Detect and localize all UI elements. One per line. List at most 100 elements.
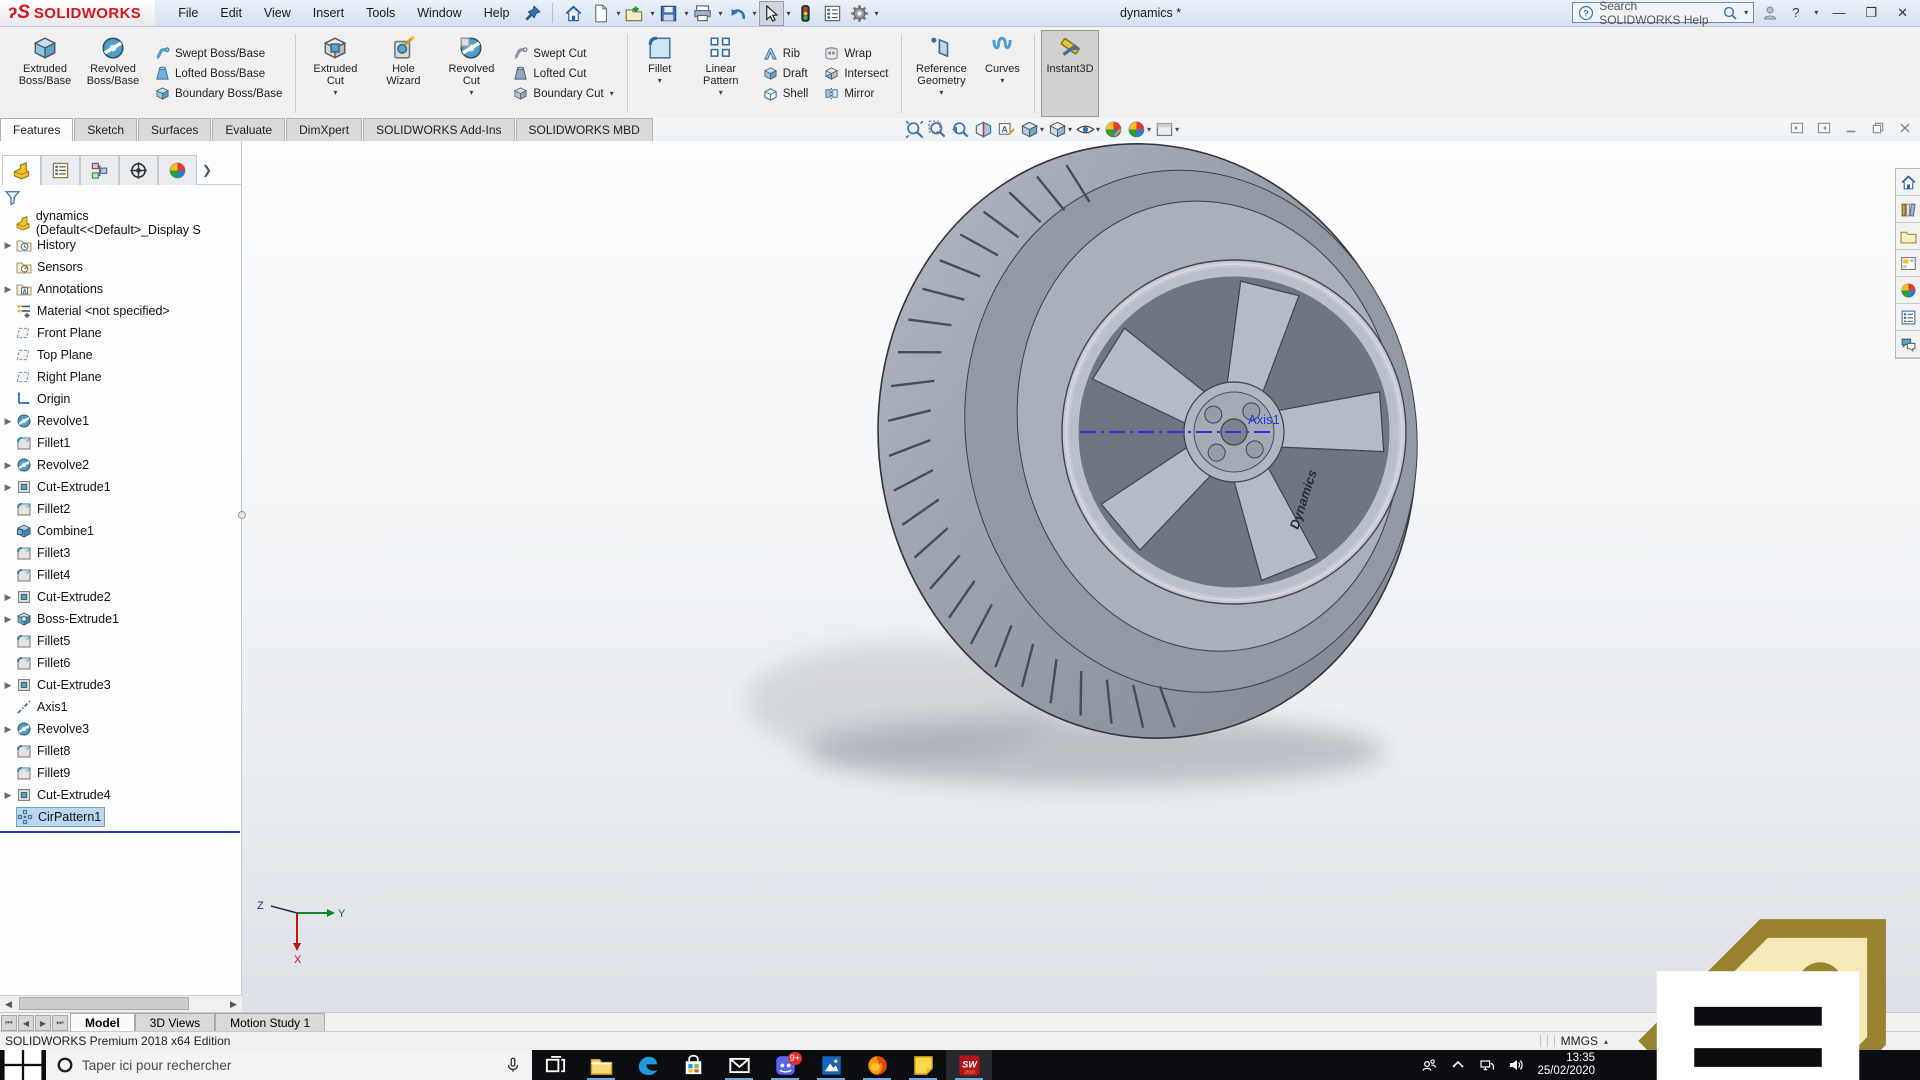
expander-icon[interactable]: ▶: [0, 240, 16, 251]
ribbon-button-wrap[interactable]: Wrap: [821, 45, 891, 62]
taskbar-app-discord[interactable]: 9+: [762, 1050, 808, 1080]
tree-root-item[interactable]: dynamics (Default<<Default>_Display S: [0, 212, 241, 234]
panel-splitter-handle[interactable]: [238, 511, 246, 519]
panel-tabs-overflow-button[interactable]: ❯: [197, 155, 217, 184]
options-gear-button[interactable]: [847, 1, 872, 26]
menu-file[interactable]: File: [169, 2, 207, 24]
next-tab-button[interactable]: ▶: [35, 1015, 51, 1031]
ribbon-button-mirror[interactable]: Mirror: [821, 85, 891, 102]
file-properties-button[interactable]: [820, 1, 845, 26]
tab-dimxpert[interactable]: DimXpert: [286, 118, 362, 141]
expander-icon[interactable]: ▶: [0, 416, 16, 427]
tab-sketch[interactable]: Sketch: [74, 118, 137, 141]
people-icon[interactable]: [1421, 1057, 1437, 1073]
undo-button[interactable]: [725, 1, 750, 26]
expander-icon[interactable]: ▶: [0, 724, 16, 735]
expander-icon[interactable]: ▶: [0, 460, 16, 471]
section-view-button[interactable]: [974, 120, 993, 139]
ribbon-button-draft[interactable]: Draft: [760, 65, 812, 82]
tree-item-fillet4[interactable]: Fillet4: [0, 564, 241, 586]
tree-item-axis1[interactable]: Axis1: [0, 696, 241, 718]
tree-item-fillet6[interactable]: Fillet6: [0, 652, 241, 674]
ribbon-button-revolved-cut[interactable]: Revolved Cut▾: [438, 30, 504, 117]
tree-item-cut-extrude1[interactable]: ▶Cut-Extrude1: [0, 476, 241, 498]
notification-center-icon[interactable]: 5: [1608, 915, 1908, 1080]
chevron-down-icon[interactable]: ▾: [1040, 125, 1044, 134]
taskbar-app-solidworks[interactable]: SW2018: [946, 1050, 992, 1080]
chevron-down-icon[interactable]: ▾: [1068, 125, 1072, 134]
last-tab-button[interactable]: ⏭: [52, 1015, 68, 1031]
ribbon-button-boundary-boss-base[interactable]: Boundary Boss/Base: [152, 85, 285, 102]
close-button[interactable]: ✕: [1891, 3, 1914, 23]
menu-window[interactable]: Window: [408, 2, 470, 24]
taskbar-app-mail[interactable]: [716, 1050, 762, 1080]
expander-icon[interactable]: ▶: [0, 284, 16, 295]
help-button[interactable]: ?: [1786, 3, 1805, 22]
expander-icon[interactable]: ▶: [0, 680, 16, 691]
tree-item-fillet2[interactable]: Fillet2: [0, 498, 241, 520]
ribbon-button-lofted-cut[interactable]: Lofted Cut: [510, 65, 616, 82]
save-button[interactable]: [656, 1, 681, 26]
tab-solidworks-mbd[interactable]: SOLIDWORKS MBD: [516, 118, 653, 141]
chevron-down-icon[interactable]: ▾: [684, 9, 688, 18]
doc-tab-3d-views[interactable]: 3D Views: [135, 1013, 215, 1031]
tree-item-right-plane[interactable]: Right Plane: [0, 366, 241, 388]
chevron-down-icon[interactable]: ▾: [616, 9, 620, 18]
tree-item-fillet3[interactable]: Fillet3: [0, 542, 241, 564]
doc-tab-model[interactable]: Model: [70, 1013, 135, 1031]
taskbar-app-sticky-notes[interactable]: [900, 1050, 946, 1080]
tree-item-cirpattern1[interactable]: CirPattern1: [0, 806, 241, 828]
tree-item-origin[interactable]: Origin: [0, 388, 241, 410]
tree-item-cut-extrude2[interactable]: ▶Cut-Extrude2: [0, 586, 241, 608]
tree-item-cut-extrude3[interactable]: ▶Cut-Extrude3: [0, 674, 241, 696]
ribbon-button-swept-boss-base[interactable]: Swept Boss/Base: [152, 45, 285, 62]
tree-item-annotations[interactable]: ▶AAnnotations: [0, 278, 241, 300]
tab-evaluate[interactable]: Evaluate: [212, 118, 285, 141]
pin-menu-icon[interactable]: [524, 4, 542, 22]
menu-view[interactable]: View: [255, 2, 300, 24]
user-icon[interactable]: [1762, 5, 1778, 21]
menu-help[interactable]: Help: [475, 2, 519, 24]
chevron-down-icon[interactable]: ▾: [1814, 8, 1818, 17]
chevron-down-icon[interactable]: ▾: [1096, 125, 1100, 134]
pane-right-button[interactable]: [1817, 121, 1831, 140]
ribbon-button-revolved-boss-base[interactable]: Revolved Boss/Base: [80, 30, 146, 117]
tree-item-boss-extrude1[interactable]: ▶Boss-Extrude1: [0, 608, 241, 630]
taskbar-app-firefox[interactable]: [854, 1050, 900, 1080]
clock[interactable]: 13:35 25/02/2020: [1537, 1052, 1595, 1078]
scrollbar-thumb[interactable]: [19, 997, 189, 1010]
previous-view-button[interactable]: [951, 120, 970, 139]
doc-tab-motion-study-1[interactable]: Motion Study 1: [215, 1013, 325, 1031]
doc-minimize-button[interactable]: [1844, 121, 1858, 140]
microphone-icon[interactable]: [504, 1056, 522, 1074]
tree-item-sensors[interactable]: Sensors: [0, 256, 241, 278]
panel-tab-propertymanager[interactable]: [41, 155, 80, 185]
ribbon-button-boundary-cut[interactable]: Boundary Cut▾: [510, 85, 616, 102]
chevron-up-tray-icon[interactable]: [1450, 1057, 1466, 1073]
taskpane-appearances-button[interactable]: [1896, 277, 1920, 304]
ribbon-button-lofted-boss-base[interactable]: Lofted Boss/Base: [152, 65, 285, 82]
pane-left-button[interactable]: [1790, 121, 1804, 140]
tree-item-fillet9[interactable]: Fillet9: [0, 762, 241, 784]
filter-funnel-icon[interactable]: [4, 189, 21, 206]
expander-icon[interactable]: ▶: [0, 482, 16, 493]
tree-item-fillet5[interactable]: Fillet5: [0, 630, 241, 652]
taskpane-forum-button[interactable]: [1896, 331, 1920, 358]
taskpane-file-explorer-button[interactable]: [1896, 223, 1920, 250]
ribbon-button-intersect[interactable]: Intersect: [821, 65, 891, 82]
chevron-down-icon[interactable]: ▾: [787, 9, 791, 18]
first-tab-button[interactable]: ⏮: [1, 1015, 17, 1031]
network-icon[interactable]: [1479, 1057, 1495, 1073]
chevron-down-icon[interactable]: ▾: [939, 88, 943, 97]
expander-icon[interactable]: ▶: [0, 614, 16, 625]
edit-appearance-button[interactable]: [1104, 120, 1123, 139]
ribbon-button-curves[interactable]: Curves▾: [976, 30, 1028, 117]
taskbar-app-edge[interactable]: [624, 1050, 670, 1080]
chevron-down-icon[interactable]: ▾: [1147, 125, 1151, 134]
prev-tab-button[interactable]: ◀: [18, 1015, 34, 1031]
new-document-button[interactable]: [588, 1, 613, 26]
tab-solidworks-add-ins[interactable]: SOLIDWORKS Add-Ins: [363, 118, 514, 141]
tab-features[interactable]: Features: [0, 118, 73, 141]
ribbon-button-swept-cut[interactable]: Swept Cut: [510, 45, 616, 62]
open-document-button[interactable]: [622, 1, 647, 26]
